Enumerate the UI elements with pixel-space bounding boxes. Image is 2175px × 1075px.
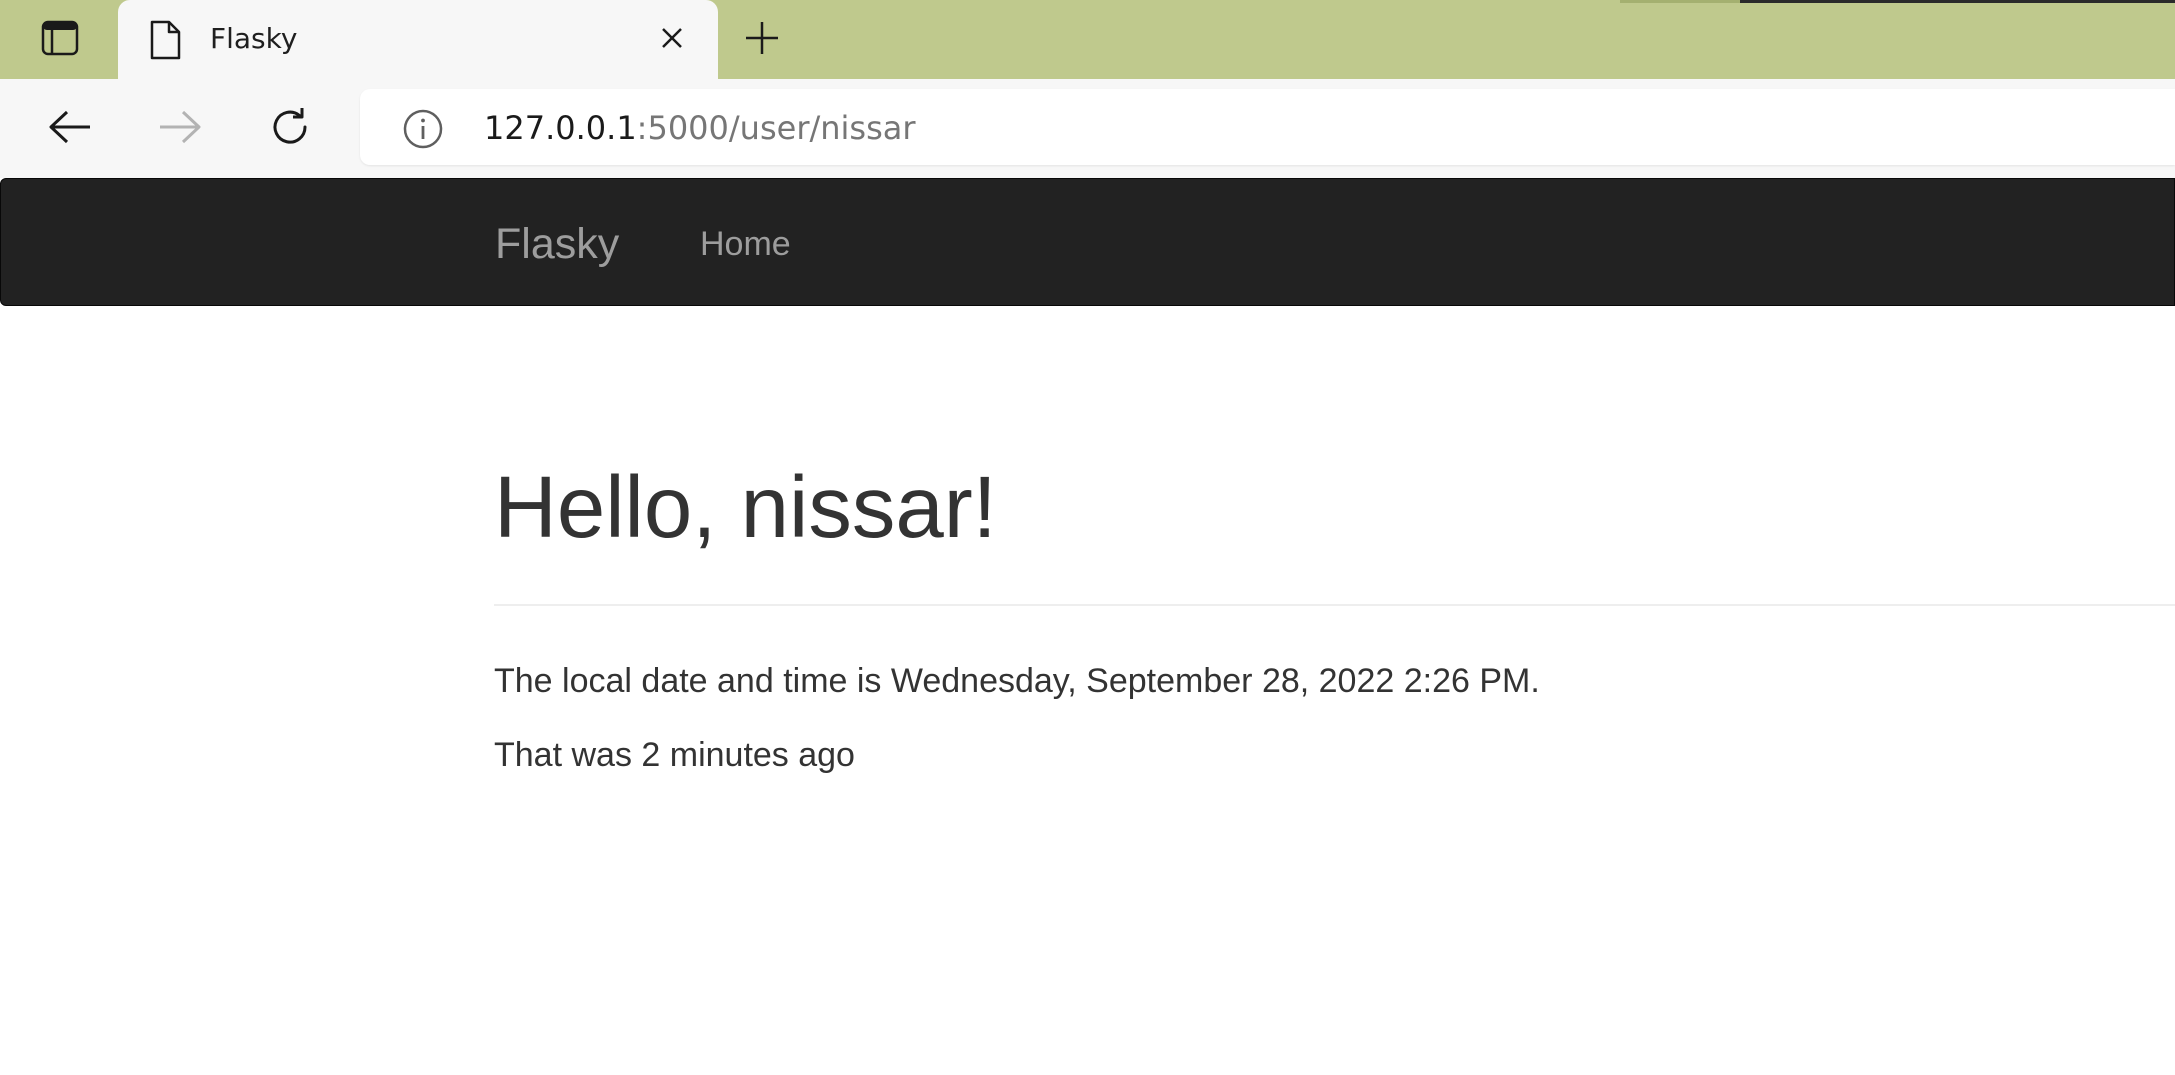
close-icon	[660, 26, 684, 55]
tab-close-button[interactable]	[654, 22, 690, 58]
tab-actions-menu-button[interactable]	[22, 18, 98, 62]
refresh-icon	[268, 105, 312, 154]
address-url: 127.0.0.1:5000/user/nissar	[484, 109, 916, 147]
navbar-brand-link[interactable]: Flasky	[495, 220, 619, 269]
header-divider	[494, 604, 2175, 606]
browser-tab-strip: Flasky	[0, 0, 2175, 79]
nav-link-home[interactable]: Home	[700, 225, 791, 264]
tabstrip-accent-dark	[1740, 0, 2175, 3]
document-icon	[148, 20, 182, 65]
url-host: 127.0.0.1	[484, 109, 637, 147]
back-button[interactable]	[40, 99, 100, 159]
new-tab-button[interactable]	[740, 18, 784, 62]
plus-icon	[744, 20, 780, 61]
tab-actions-icon	[41, 20, 79, 61]
info-icon[interactable]	[402, 108, 444, 155]
site-navbar: Flasky Home	[0, 178, 2175, 306]
forward-button[interactable]	[150, 99, 210, 159]
tab-title: Flasky	[210, 22, 298, 55]
browser-tab-active[interactable]: Flasky	[118, 0, 718, 79]
page-heading: Hello, nissar!	[494, 459, 997, 556]
address-bar[interactable]: 127.0.0.1:5000/user/nissar	[360, 89, 2175, 165]
browser-toolbar: 127.0.0.1:5000/user/nissar	[0, 79, 2175, 178]
reload-button[interactable]	[260, 99, 320, 159]
url-path: :5000/user/nissar	[636, 109, 916, 147]
local-time-text: The local date and time is Wednesday, Se…	[494, 662, 1540, 700]
relative-time-text: That was 2 minutes ago	[494, 736, 855, 774]
tabstrip-accent	[1620, 0, 1740, 3]
arrow-left-icon	[48, 109, 92, 150]
arrow-right-icon	[158, 109, 202, 150]
